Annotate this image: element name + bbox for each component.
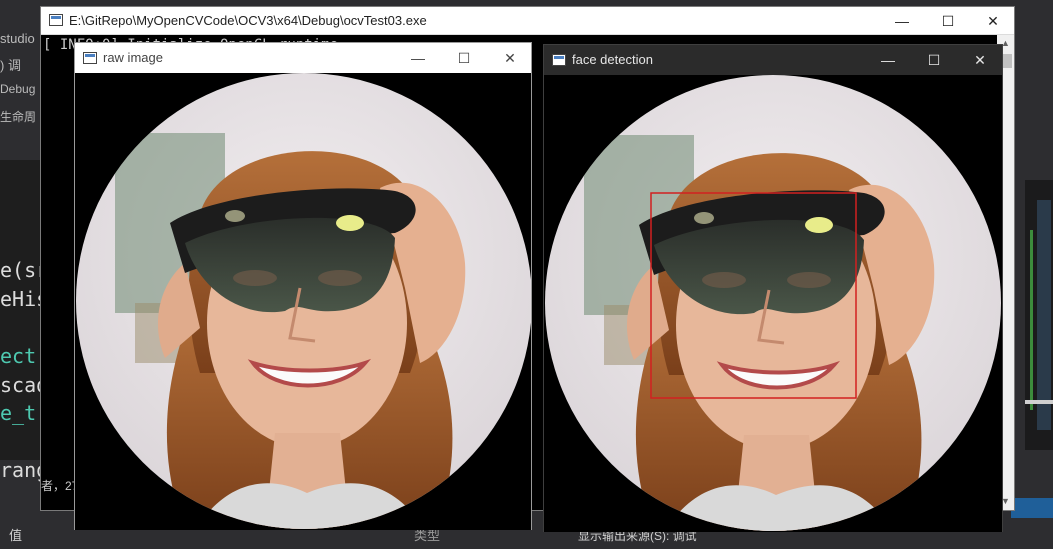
code-fragment: ect <box>0 344 37 368</box>
close-button[interactable]: ✕ <box>970 7 1016 35</box>
code-fragment: e_t <box>0 401 37 425</box>
raw-image-window: raw image — ☐ ✕ <box>74 42 532 530</box>
minimize-button[interactable]: — <box>395 43 441 73</box>
minimize-button[interactable]: — <box>879 7 925 35</box>
console-text-fragment: 者，27 <box>41 479 79 493</box>
portrait-image <box>544 75 1002 532</box>
maximize-button[interactable]: ☐ <box>441 43 487 73</box>
ide-config-debug: Debug <box>0 82 36 96</box>
raw-image-canvas <box>75 73 531 530</box>
close-button[interactable]: ✕ <box>957 45 1003 75</box>
face-detection-window: face detection — ☐ ✕ <box>543 44 1003 532</box>
maximize-button[interactable]: ☐ <box>911 45 957 75</box>
ide-value-column: 值 <box>9 528 23 543</box>
console-title: E:\GitRepo\MyOpenCVCode\OCV3\x64\Debug\o… <box>69 13 427 28</box>
ide-code-editor: e(sr eHis ect scad e_t rang <box>0 160 48 482</box>
console-titlebar[interactable]: E:\GitRepo\MyOpenCVCode\OCV3\x64\Debug\o… <box>41 7 1014 35</box>
face-detection-titlebar[interactable]: face detection — ☐ ✕ <box>544 45 1002 75</box>
portrait-image <box>75 73 531 530</box>
console-app-icon <box>49 14 63 26</box>
ide-lifecycle-label: 生命周 <box>0 110 37 124</box>
raw-image-titlebar[interactable]: raw image — ☐ ✕ <box>75 43 531 73</box>
close-button[interactable]: ✕ <box>487 43 533 73</box>
raw-image-title: raw image <box>103 50 163 65</box>
minimize-button[interactable]: — <box>865 45 911 75</box>
face-detection-canvas <box>544 75 1002 532</box>
ide-menu-fragment-2: ) 调 <box>0 58 21 73</box>
face-detection-title: face detection <box>572 52 653 67</box>
window-app-icon <box>83 52 97 64</box>
ide-menu-fragment: studio <box>0 31 35 46</box>
maximize-button[interactable]: ☐ <box>925 7 971 35</box>
window-app-icon <box>552 54 566 66</box>
